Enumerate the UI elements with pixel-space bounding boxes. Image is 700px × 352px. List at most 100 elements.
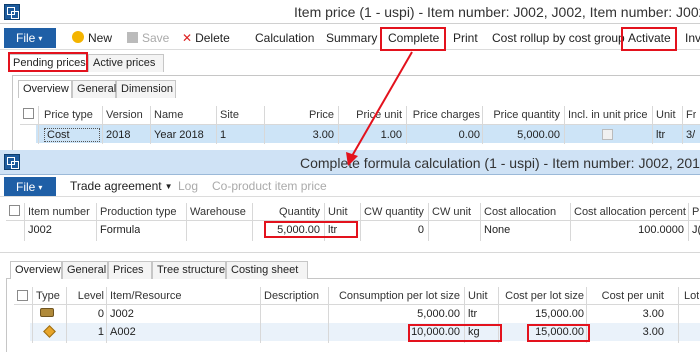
grid-col-sep <box>570 203 571 241</box>
file-menu-button[interactable]: File ▾ <box>4 177 56 196</box>
cell-cost-per-unit[interactable]: 3.00 <box>590 326 664 338</box>
col-quantity[interactable]: Quantity <box>256 206 320 218</box>
col-warehouse[interactable]: Warehouse <box>190 206 246 218</box>
more-button[interactable]: Inv <box>685 31 700 45</box>
cell-version[interactable]: 2018 <box>106 129 130 141</box>
col-consumption-per-lot[interactable]: Consumption per lot size <box>332 290 460 302</box>
cell-level[interactable]: 1 <box>70 326 104 338</box>
tab-active-prices[interactable]: Active prices <box>88 54 164 72</box>
formula-calc-window: Complete formula calculation (1 - uspi) … <box>0 150 700 352</box>
grid-col-sep <box>480 203 481 241</box>
log-button[interactable]: Log <box>178 179 198 193</box>
cell-unit[interactable]: ltr <box>468 308 477 320</box>
col-unit[interactable]: Unit <box>468 290 488 302</box>
col-cw-unit[interactable]: CW unit <box>432 206 471 218</box>
consumption-highlight <box>408 324 502 342</box>
incl-unit-price-checkbox[interactable] <box>602 129 613 140</box>
subtab-general[interactable]: General <box>72 80 116 98</box>
select-all-checkbox[interactable] <box>17 290 28 301</box>
col-from[interactable]: Fr <box>686 109 696 121</box>
col-item-resource[interactable]: Item/Resource <box>110 290 182 302</box>
col-level[interactable]: Level <box>70 290 104 302</box>
save-icon <box>127 32 138 43</box>
col-price-quantity[interactable]: Price quantity <box>484 109 560 121</box>
cell-item-resource[interactable]: A002 <box>110 326 136 338</box>
new-button[interactable]: New <box>72 31 112 45</box>
col-production-type[interactable]: Production type <box>100 206 176 218</box>
cell-cost-per-unit[interactable]: 3.00 <box>590 308 664 320</box>
col-type[interactable]: Type <box>36 290 60 302</box>
col-p[interactable]: P <box>692 206 699 218</box>
grid-col-sep <box>32 287 33 343</box>
save-button[interactable]: Save <box>127 31 169 45</box>
cell-cost-allocation[interactable]: None <box>484 224 510 236</box>
delete-button[interactable]: ✕ Delete <box>182 31 230 45</box>
cell-level[interactable]: 0 <box>70 308 104 320</box>
subtab-overview[interactable]: Overview <box>18 80 72 98</box>
col-unit[interactable]: Unit <box>328 206 348 218</box>
cell-consumption-per-lot[interactable]: 5,000.00 <box>332 308 460 320</box>
grid-col-sep <box>652 106 653 144</box>
col-name[interactable]: Name <box>154 109 183 121</box>
summary-button[interactable]: Summary <box>326 31 377 45</box>
calculation-button[interactable]: Calculation <box>255 31 314 45</box>
cell-cw-quantity[interactable]: 0 <box>364 224 424 236</box>
col-cw-quantity[interactable]: CW quantity <box>364 206 424 218</box>
tab-costing-sheet[interactable]: Costing sheet <box>226 261 308 279</box>
tab-prices[interactable]: Prices <box>108 261 152 279</box>
col-cost-per-unit[interactable]: Cost per unit <box>590 290 664 302</box>
col-cost-per-lot[interactable]: Cost per lot size <box>502 290 584 302</box>
select-all-checkbox[interactable] <box>23 108 34 119</box>
col-version[interactable]: Version <box>106 109 143 121</box>
cell-p[interactable]: J( <box>692 224 700 236</box>
cell-production-type[interactable]: Formula <box>100 224 140 236</box>
bom-icon <box>40 308 54 317</box>
formula-calc-action-pane: File ▾ Trade agreement ▼ Log Co-product it… <box>0 175 700 197</box>
tab-tree-structure[interactable]: Tree structure <box>152 261 226 279</box>
grid-col-sep <box>216 106 217 144</box>
cell-item-resource[interactable]: J002 <box>110 308 134 320</box>
cell-price-quantity[interactable]: 5,000.00 <box>484 129 560 141</box>
grid-col-sep <box>24 203 25 241</box>
cell-cost-per-lot[interactable]: 15,000.00 <box>502 308 584 320</box>
col-incl-unit-price[interactable]: Incl. in unit price <box>568 109 647 121</box>
cell-site[interactable]: 1 <box>220 129 226 141</box>
col-unit[interactable]: Unit <box>656 109 676 121</box>
grid-col-sep <box>264 106 265 144</box>
col-description[interactable]: Description <box>264 290 319 302</box>
price-grid: Price type Version Name Site Price Price… <box>20 102 700 148</box>
col-item-number[interactable]: Item number <box>28 206 90 218</box>
grid-col-sep <box>406 106 407 144</box>
cell-price[interactable]: 3.00 <box>270 129 334 141</box>
cell-price-type[interactable]: Cost <box>44 128 100 142</box>
subtab-dimension[interactable]: Dimension <box>116 80 176 98</box>
coproduct-price-button[interactable]: Co-product item price <box>212 179 327 193</box>
file-menu-button[interactable]: File ▾ <box>4 28 56 48</box>
tab-general[interactable]: General <box>62 261 108 279</box>
formula-calc-titlebar: Complete formula calculation (1 - uspi) … <box>0 150 700 175</box>
grid-col-sep <box>564 106 565 144</box>
print-button[interactable]: Print <box>453 31 478 45</box>
col-price-unit[interactable]: Price unit <box>340 109 402 121</box>
col-site[interactable]: Site <box>220 109 239 121</box>
cell-name[interactable]: Year 2018 <box>154 129 204 141</box>
col-lot[interactable]: Lot <box>684 290 699 302</box>
col-price-type[interactable]: Price type <box>44 109 93 121</box>
cost-rollup-button[interactable]: Cost rollup by cost group <box>492 31 625 45</box>
cell-price-unit[interactable]: 1.00 <box>340 129 402 141</box>
cell-cost-allocation-percent[interactable]: 100.0000 <box>574 224 684 236</box>
col-price-charges[interactable]: Price charges <box>408 109 480 121</box>
cell-item-number[interactable]: J002 <box>28 224 52 236</box>
cost-per-lot-highlight <box>527 324 590 342</box>
activate-highlight <box>621 27 677 51</box>
col-price[interactable]: Price <box>270 109 334 121</box>
cell-from[interactable]: 3/ <box>686 129 695 141</box>
select-all-checkbox[interactable] <box>9 205 20 216</box>
cell-price-charges[interactable]: 0.00 <box>408 129 480 141</box>
col-cost-allocation[interactable]: Cost allocation <box>484 206 556 218</box>
item-price-title: Item price (1 - uspi) - Item number: J00… <box>294 4 700 20</box>
col-cost-allocation-percent[interactable]: Cost allocation percent <box>574 206 686 218</box>
tab-overview[interactable]: Overview <box>10 261 62 279</box>
trade-agreement-menu[interactable]: Trade agreement ▼ <box>70 179 173 193</box>
cell-unit[interactable]: ltr <box>656 129 665 141</box>
